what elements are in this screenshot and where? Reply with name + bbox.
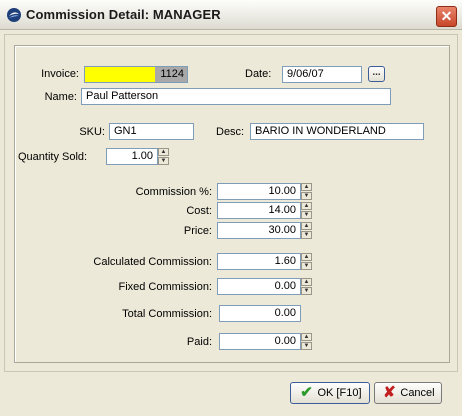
x-icon: ✘ xyxy=(383,384,396,402)
spinner-up-icon[interactable]: ▲ xyxy=(301,202,312,210)
invoice-label: Invoice: xyxy=(41,68,79,80)
invoice-number: 1124 xyxy=(155,67,187,82)
spinner-down-icon[interactable]: ▼ xyxy=(301,192,312,200)
price-spinner[interactable]: ▲ ▼ xyxy=(301,222,312,239)
app-logo-icon xyxy=(7,8,21,22)
spinner-down-icon[interactable]: ▼ xyxy=(301,287,312,295)
spinner-down-icon[interactable]: ▼ xyxy=(301,342,312,350)
title-bar: Commission Detail: MANAGER ✕ xyxy=(0,0,462,30)
detail-groupbox: Invoice: 1124 Date: 9/06/07 ... Name: Pa… xyxy=(14,45,450,363)
quantity-spinner[interactable]: ▲ ▼ xyxy=(158,148,169,165)
commission-pct-label: Commission %: xyxy=(135,186,212,198)
calculated-commission-field[interactable]: 1.60 xyxy=(217,253,301,270)
close-button[interactable]: ✕ xyxy=(436,6,457,27)
fixed-commission-spinner[interactable]: ▲ ▼ xyxy=(301,278,312,295)
quantity-field[interactable]: 1.00 xyxy=(106,148,158,165)
name-field[interactable]: Paul Patterson xyxy=(81,88,391,105)
spinner-down-icon[interactable]: ▼ xyxy=(158,157,169,165)
spinner-down-icon[interactable]: ▼ xyxy=(301,262,312,270)
spinner-down-icon[interactable]: ▼ xyxy=(301,211,312,219)
ok-button[interactable]: ✔ OK [F10] xyxy=(290,382,370,404)
spinner-up-icon[interactable]: ▲ xyxy=(301,222,312,230)
total-commission-field: 0.00 xyxy=(219,305,301,322)
fixed-commission-label: Fixed Commission: xyxy=(118,281,212,293)
cancel-button[interactable]: ✘ Cancel xyxy=(374,382,442,404)
date-label: Date: xyxy=(245,68,272,80)
date-field[interactable]: 9/06/07 xyxy=(282,66,362,83)
commission-pct-spinner[interactable]: ▲ ▼ xyxy=(301,183,312,200)
cost-spinner[interactable]: ▲ ▼ xyxy=(301,202,312,219)
desc-field[interactable]: BARIO IN WONDERLAND xyxy=(250,123,424,140)
desc-label: Desc: xyxy=(216,126,245,138)
dialog-body: Invoice: 1124 Date: 9/06/07 ... Name: Pa… xyxy=(4,34,458,372)
close-icon: ✕ xyxy=(440,8,453,24)
name-label: Name: xyxy=(44,91,77,103)
ok-button-label: OK [F10] xyxy=(317,387,362,399)
sku-field[interactable]: GN1 xyxy=(109,123,194,140)
spinner-down-icon[interactable]: ▼ xyxy=(301,231,312,239)
spinner-up-icon[interactable]: ▲ xyxy=(301,183,312,191)
paid-spinner[interactable]: ▲ ▼ xyxy=(301,333,312,350)
spinner-up-icon[interactable]: ▲ xyxy=(301,278,312,286)
window-title: Commission Detail: MANAGER xyxy=(26,7,221,22)
calculated-commission-label: Calculated Commission: xyxy=(93,256,212,268)
price-label: Price: xyxy=(183,225,212,237)
checkmark-icon: ✔ xyxy=(300,384,313,402)
cost-label: Cost: xyxy=(186,205,212,217)
cost-field[interactable]: 14.00 xyxy=(217,202,301,219)
spinner-up-icon[interactable]: ▲ xyxy=(301,333,312,341)
cancel-button-label: Cancel xyxy=(400,387,435,399)
fixed-commission-field[interactable]: 0.00 xyxy=(217,278,301,295)
calculated-commission-spinner[interactable]: ▲ ▼ xyxy=(301,253,312,270)
commission-pct-field[interactable]: 10.00 xyxy=(217,183,301,200)
quantity-label: Quantity Sold: xyxy=(18,151,88,163)
paid-label: Paid: xyxy=(186,336,212,348)
total-commission-label: Total Commission: xyxy=(122,308,212,320)
date-picker-button[interactable]: ... xyxy=(368,66,385,82)
price-field[interactable]: 30.00 xyxy=(217,222,301,239)
sku-label: SKU: xyxy=(79,126,105,138)
invoice-field[interactable]: 1124 xyxy=(84,66,188,83)
spinner-up-icon[interactable]: ▲ xyxy=(301,253,312,261)
spinner-up-icon[interactable]: ▲ xyxy=(158,148,169,156)
paid-field[interactable]: 0.00 xyxy=(219,333,301,350)
